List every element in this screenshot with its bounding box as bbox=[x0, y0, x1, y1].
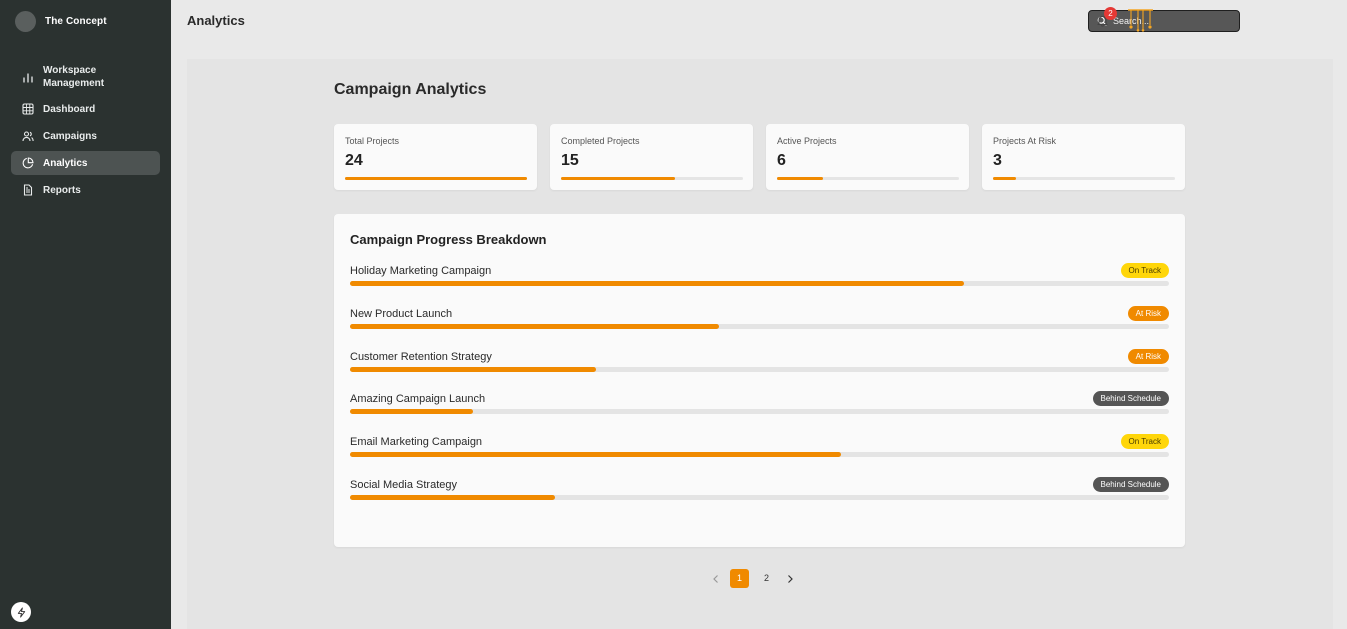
page-button[interactable]: 1 bbox=[730, 569, 749, 588]
status-badge: On Track bbox=[1120, 263, 1169, 278]
sidebar-item-label: Dashboard bbox=[43, 103, 96, 115]
page-header-title: Analytics bbox=[187, 13, 245, 28]
grid-icon bbox=[21, 102, 35, 116]
bolt-icon[interactable] bbox=[11, 602, 31, 622]
stat-progress-fill bbox=[561, 177, 675, 180]
sidebar: The Concept Workspace Management Dashboa… bbox=[0, 0, 171, 629]
stat-label: Completed Projects bbox=[561, 136, 640, 146]
campaign-name: Holiday Marketing Campaign bbox=[350, 265, 492, 277]
campaign-name: Amazing Campaign Launch bbox=[350, 393, 486, 406]
chevron-right-icon[interactable] bbox=[780, 569, 800, 588]
campaign-progress-bar bbox=[350, 323, 1169, 329]
stat-value: 6 bbox=[777, 152, 786, 169]
stat-label: Active Projects bbox=[777, 136, 837, 146]
campaign-progress-fill bbox=[350, 366, 596, 372]
campaign-row: Customer Retention Strategy At Risk bbox=[350, 348, 1169, 381]
status-badge: At Risk bbox=[1127, 305, 1169, 321]
campaign-name: Email Marketing Campaign bbox=[350, 436, 483, 449]
campaign-progress-bar bbox=[350, 495, 1169, 500]
chevron-left-icon[interactable] bbox=[706, 569, 726, 588]
campaign-progress-bar bbox=[350, 281, 1169, 286]
stat-card: Active Projects 6 bbox=[766, 124, 969, 190]
pagination: 12 bbox=[706, 569, 800, 588]
top-header: Analytics bbox=[171, 0, 1347, 43]
campaign-progress-fill bbox=[350, 281, 965, 286]
campaign-breakdown-card: Campaign Progress Breakdown Holiday Mark… bbox=[334, 214, 1185, 547]
pie-chart-icon bbox=[21, 156, 35, 170]
document-icon bbox=[21, 183, 35, 197]
stat-card: Projects At Risk 3 bbox=[982, 124, 1185, 190]
campaign-row: Social Media Strategy Behind Schedule bbox=[350, 477, 1169, 509]
stat-value: 24 bbox=[345, 152, 363, 169]
campaign-progress-fill bbox=[350, 452, 842, 458]
campaign-progress-fill bbox=[350, 323, 719, 329]
stat-value: 15 bbox=[561, 152, 579, 169]
chandelier-logo-icon bbox=[1127, 8, 1154, 32]
campaign-row: Email Marketing Campaign On Track bbox=[350, 434, 1169, 466]
stat-progress-fill bbox=[993, 177, 1016, 180]
page-button[interactable]: 2 bbox=[757, 569, 776, 588]
stat-label: Projects At Risk bbox=[993, 136, 1057, 146]
breakdown-title: Campaign Progress Breakdown bbox=[350, 232, 547, 247]
stat-progress-bar bbox=[561, 177, 743, 180]
brand-avatar bbox=[15, 11, 36, 32]
stat-progress-fill bbox=[777, 177, 823, 180]
stat-progress-fill bbox=[345, 177, 527, 180]
notification-badge: 2 bbox=[1104, 7, 1117, 20]
bar-chart-icon bbox=[21, 70, 35, 84]
stat-card: Completed Projects 15 bbox=[550, 124, 753, 190]
campaign-progress-fill bbox=[350, 409, 473, 415]
campaign-progress-fill bbox=[350, 495, 555, 500]
status-badge: At Risk bbox=[1127, 348, 1169, 364]
sidebar-item-label: Campaigns bbox=[43, 130, 97, 142]
status-badge: Behind Schedule bbox=[1092, 477, 1169, 492]
sidebar-item-reports[interactable]: Reports bbox=[11, 178, 160, 202]
brand-name: The Concept bbox=[45, 16, 107, 27]
campaign-name: Customer Retention Strategy bbox=[350, 350, 492, 363]
campaign-progress-bar bbox=[350, 366, 1169, 372]
stat-progress-bar bbox=[345, 177, 527, 180]
campaign-name: New Product Launch bbox=[350, 307, 453, 320]
sidebar-item-label: Workspace Management bbox=[43, 65, 105, 89]
sidebar-item-label: Analytics bbox=[43, 157, 88, 169]
stat-value: 3 bbox=[993, 152, 1002, 169]
campaign-name: Social Media Strategy bbox=[350, 479, 457, 491]
campaign-row: Amazing Campaign Launch Behind Schedule bbox=[350, 391, 1169, 423]
status-badge: Behind Schedule bbox=[1092, 391, 1169, 407]
sidebar-item-dashboard[interactable]: Dashboard bbox=[11, 97, 160, 121]
page-numbers: 12 bbox=[726, 569, 780, 588]
campaign-row: New Product Launch At Risk bbox=[350, 305, 1169, 338]
brand[interactable]: The Concept bbox=[15, 11, 107, 32]
users-icon bbox=[21, 129, 35, 143]
sidebar-item-analytics[interactable]: Analytics bbox=[11, 151, 160, 175]
stat-progress-bar bbox=[993, 177, 1175, 180]
page-title: Campaign Analytics bbox=[334, 81, 487, 98]
sidebar-item-label: Reports bbox=[43, 184, 81, 196]
campaign-row: Holiday Marketing Campaign On Track bbox=[350, 263, 1169, 295]
campaign-progress-bar bbox=[350, 452, 1169, 458]
stat-progress-bar bbox=[777, 177, 959, 180]
stat-card: Total Projects 24 bbox=[334, 124, 537, 190]
status-badge: On Track bbox=[1120, 434, 1169, 450]
sidebar-item-campaigns[interactable]: Campaigns bbox=[11, 124, 160, 148]
sidebar-item-workspace-management[interactable]: Workspace Management bbox=[11, 60, 160, 94]
stat-label: Total Projects bbox=[345, 136, 400, 146]
campaign-progress-bar bbox=[350, 409, 1169, 415]
sidebar-nav: Workspace Management Dashboard Campaigns… bbox=[11, 60, 160, 205]
